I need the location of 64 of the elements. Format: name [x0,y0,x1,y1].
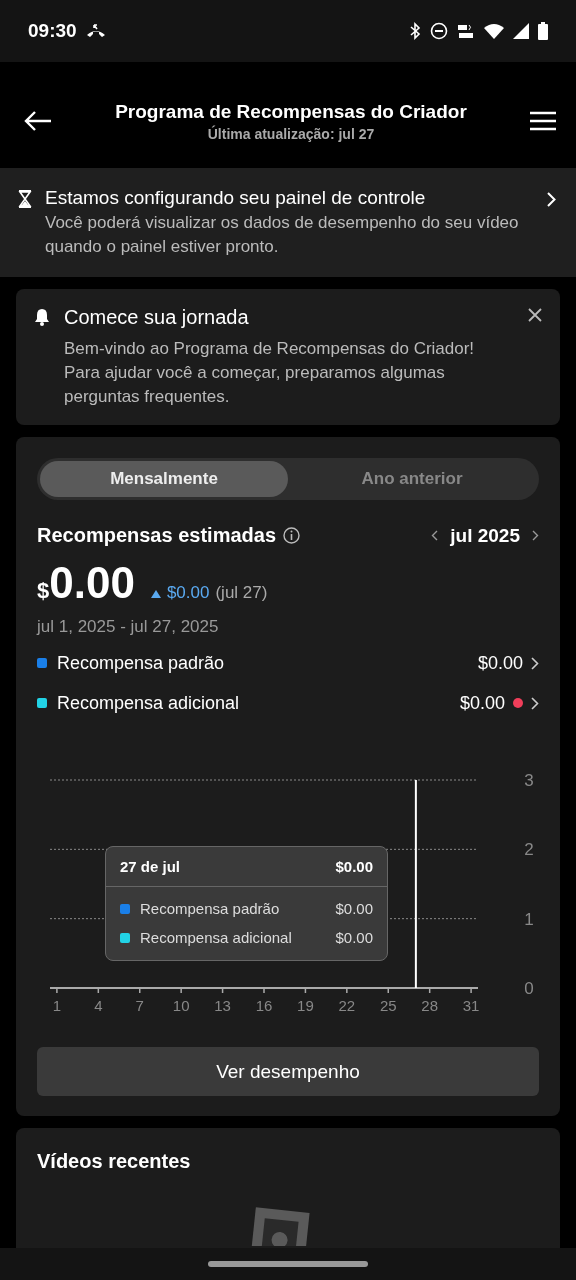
amount-value: 0.00 [49,559,135,607]
wifi-icon [484,23,504,39]
info-icon[interactable] [283,527,300,544]
y-tick-label: 0 [524,979,534,998]
x-tick-label: 22 [338,997,356,1014]
x-tick-label: 19 [297,997,314,1014]
x-tick-label: 16 [255,997,273,1014]
page-title: Programa de Recompensas do Criador [114,100,468,123]
tooltip-value: $0.00 [335,900,373,917]
x-tick-label: 31 [462,997,480,1014]
hourglass-icon [18,190,32,208]
battery-icon [538,22,548,40]
change-value: $0.00 [166,583,210,603]
page-subtitle: Última atualização: jul 27 [206,125,376,142]
chevron-left-icon[interactable] [431,530,439,541]
banner-text: Você poderá visualizar os dados de desempenho do seu vídeo quando o painel estiver pronto. [45,212,520,258]
reward-value: $0.00 [477,652,523,674]
tooltip-label: Recompensa adicional [140,929,292,946]
section-title: Vídeos recentes [37,1150,192,1173]
date-range: jul 1, 2025 - jul 27, 2025 [37,617,220,637]
chevron-right-icon [547,192,556,207]
up-triangle-icon [150,590,161,598]
card-text: Bem-vindo ao Programa de Recompensas do Criador! Para ajudar você a começar, preparamos algumas perguntas frequentes. [64,338,476,408]
reward-label: Recompensa padrão [57,652,225,674]
y-tick-label: 3 [524,771,534,790]
tooltip-date: 27 de jul [120,858,181,875]
y-tick-label: 2 [524,840,534,860]
close-icon[interactable] [528,308,542,322]
bluetooth-icon [409,22,421,40]
x-tick-label: 7 [135,997,144,1014]
card-title: Comece sua jornada [64,305,250,330]
chevron-right-icon [531,656,539,670]
reward-row[interactable]: Recompensa padrão $0.00 [37,643,539,683]
banner-title: Estamos configurando seu painel de controle [45,186,427,210]
tooltip-label: Recompensa padrão [140,900,280,917]
change-date: (jul 27) [215,583,268,603]
chevron-right-icon[interactable] [532,530,539,541]
tooltip-value: $0.00 [335,929,373,946]
period-tab[interactable]: Ano anterior [288,461,536,497]
reward-row[interactable]: Recompensa adicional $0.00 [37,683,539,723]
missed-call-icon [85,24,106,38]
tooltip-total: $0.00 [335,858,373,875]
month-label: jul 2025 [450,524,520,547]
setup-banner[interactable]: Estamos configurando seu painel de controle Você poderá visualizar os dados de desempenho do seu vídeo quando o painel estiver pronto. [0,168,576,277]
x-tick-label: 1 [52,997,62,1014]
x-tick-label: 10 [172,997,190,1014]
chevron-right-icon [531,696,539,710]
reward-label: Recompensa adicional [57,692,240,714]
x-tick-label: 4 [94,997,103,1014]
period-tab[interactable]: Mensalmente [40,461,288,497]
do-not-disturb-icon [430,22,448,40]
performance-button[interactable]: Ver desempenho [37,1047,539,1096]
x-tick-label: 28 [421,997,438,1014]
x-tick-label: 13 [214,997,231,1014]
currency-symbol: $ [37,578,50,604]
reward-value: $0.00 [459,692,505,714]
status-time: 09:30 [28,20,77,42]
menu-icon[interactable] [530,111,556,131]
section-title: Recompensas estimadas [37,524,276,547]
y-tick-label: 1 [524,909,534,929]
bell-icon [34,308,50,326]
signal-icon [513,23,529,39]
back-arrow-icon[interactable] [24,110,52,132]
x-tick-label: 25 [379,997,397,1014]
